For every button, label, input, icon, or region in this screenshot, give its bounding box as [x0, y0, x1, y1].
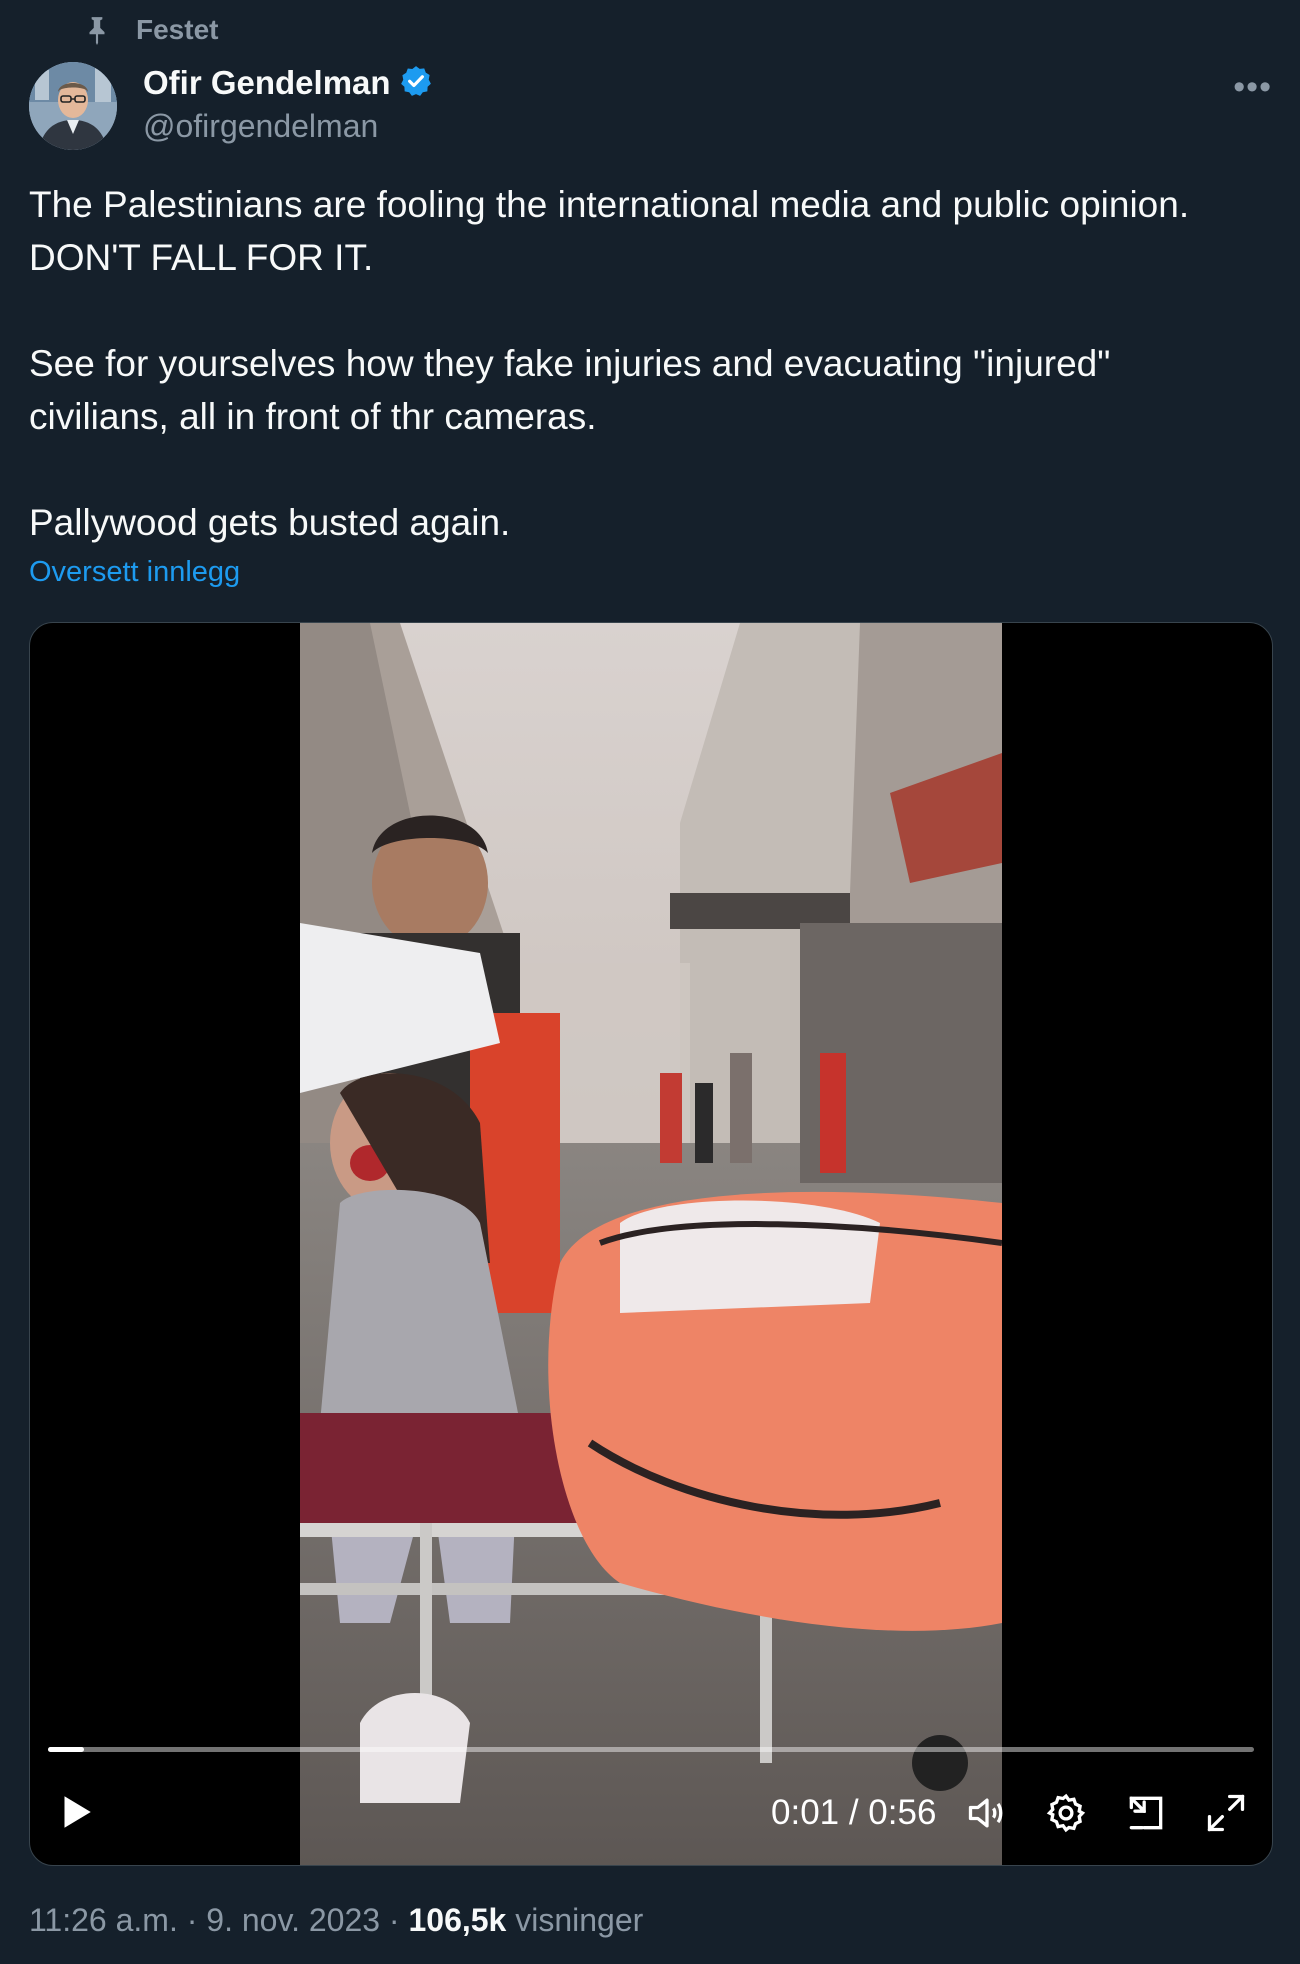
verified-badge-icon	[399, 64, 433, 103]
tweet-spacer	[29, 284, 1269, 337]
more-options-icon[interactable]: •••	[1233, 68, 1272, 107]
meta-separator: ·	[380, 1902, 409, 1938]
post-time[interactable]: 11:26 a.m.	[29, 1902, 178, 1938]
tweet-line: The Palestinians are fooling the interna…	[29, 184, 1190, 225]
settings-gear-icon[interactable]	[1044, 1791, 1088, 1840]
picture-in-picture-icon[interactable]	[1124, 1791, 1168, 1840]
fullscreen-icon[interactable]	[1204, 1791, 1248, 1840]
volume-icon[interactable]	[965, 1791, 1009, 1840]
pinned-indicator: Festet	[84, 14, 218, 46]
tweet-line: civilians, all in front of thr cameras.	[29, 396, 597, 437]
video-time: 0:01 / 0:56	[771, 1793, 937, 1832]
translate-link[interactable]: Oversett innlegg	[29, 556, 240, 589]
tweet-line: See for yourselves how they fake injurie…	[29, 343, 1111, 384]
author-handle[interactable]: @ofirgendelman	[143, 108, 433, 145]
pin-icon	[84, 15, 110, 45]
pinned-label: Festet	[136, 14, 219, 45]
meta-separator: ·	[177, 1902, 207, 1938]
post-date[interactable]: 9. nov. 2023	[206, 1902, 380, 1938]
tweet-line: DON'T FALL FOR IT.	[29, 237, 374, 278]
tweet-line: Pallywood gets busted again.	[29, 502, 511, 543]
tweet-meta: 11:26 a.m. · 9. nov. 2023 · 106,5k visni…	[29, 1902, 643, 1939]
video-progress-bar[interactable]	[48, 1747, 1254, 1752]
views-label: visninger	[515, 1902, 644, 1938]
play-icon[interactable]	[54, 1791, 96, 1838]
avatar[interactable]	[29, 62, 117, 150]
video-player[interactable]: 0:01 / 0:56	[29, 622, 1273, 1866]
tweet-text: The Palestinians are fooling the interna…	[29, 178, 1269, 549]
author-block: Ofir Gendelman @ofirgendelman	[143, 62, 433, 145]
tweet-spacer	[29, 443, 1269, 496]
video-progress-fill	[48, 1747, 85, 1752]
views-count: 106,5k	[408, 1902, 507, 1938]
author-name[interactable]: Ofir Gendelman	[143, 64, 391, 102]
video-frame[interactable]	[300, 623, 1002, 1865]
